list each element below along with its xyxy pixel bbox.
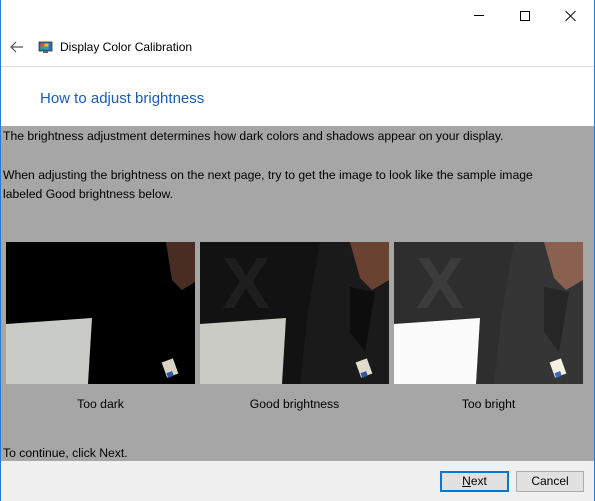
calibration-window: Display Color Calibration How to adjust … bbox=[0, 0, 595, 501]
display-calibration-icon bbox=[38, 41, 53, 53]
page-title: How to adjust brightness bbox=[40, 90, 205, 107]
caption-good-brightness: Good brightness bbox=[249, 397, 340, 411]
svg-text:X: X bbox=[222, 244, 270, 324]
maximize-button[interactable] bbox=[502, 0, 548, 31]
navigation-row: Display Color Calibration bbox=[1, 31, 594, 65]
next-button[interactable]: Next bbox=[440, 471, 509, 492]
back-arrow-icon bbox=[10, 41, 23, 53]
caption-too-bright: Too bright bbox=[461, 397, 516, 411]
sample-image-good-brightness: X bbox=[200, 242, 389, 384]
window-title: Display Color Calibration bbox=[60, 40, 193, 54]
close-button[interactable] bbox=[548, 0, 594, 31]
cancel-button[interactable]: Cancel bbox=[516, 471, 584, 492]
instruction-paragraph: When adjusting the brightness on the nex… bbox=[3, 168, 533, 201]
minimize-button[interactable] bbox=[456, 0, 502, 31]
caption-too-dark: Too dark bbox=[77, 397, 124, 411]
sample-image-too-dark bbox=[6, 242, 195, 384]
sample-image-too-bright: X bbox=[394, 242, 583, 384]
minimize-icon bbox=[474, 15, 484, 16]
title-bar bbox=[1, 0, 594, 31]
back-button[interactable] bbox=[5, 35, 29, 59]
close-icon bbox=[565, 10, 577, 22]
intro-paragraph: The brightness adjustment determines how… bbox=[3, 129, 504, 143]
content-area: The brightness adjustment determines how… bbox=[1, 126, 594, 461]
button-bar: Next Cancel bbox=[1, 461, 594, 501]
svg-text:X: X bbox=[416, 244, 464, 324]
page-header: How to adjust brightness bbox=[1, 66, 594, 128]
maximize-icon bbox=[520, 10, 530, 21]
